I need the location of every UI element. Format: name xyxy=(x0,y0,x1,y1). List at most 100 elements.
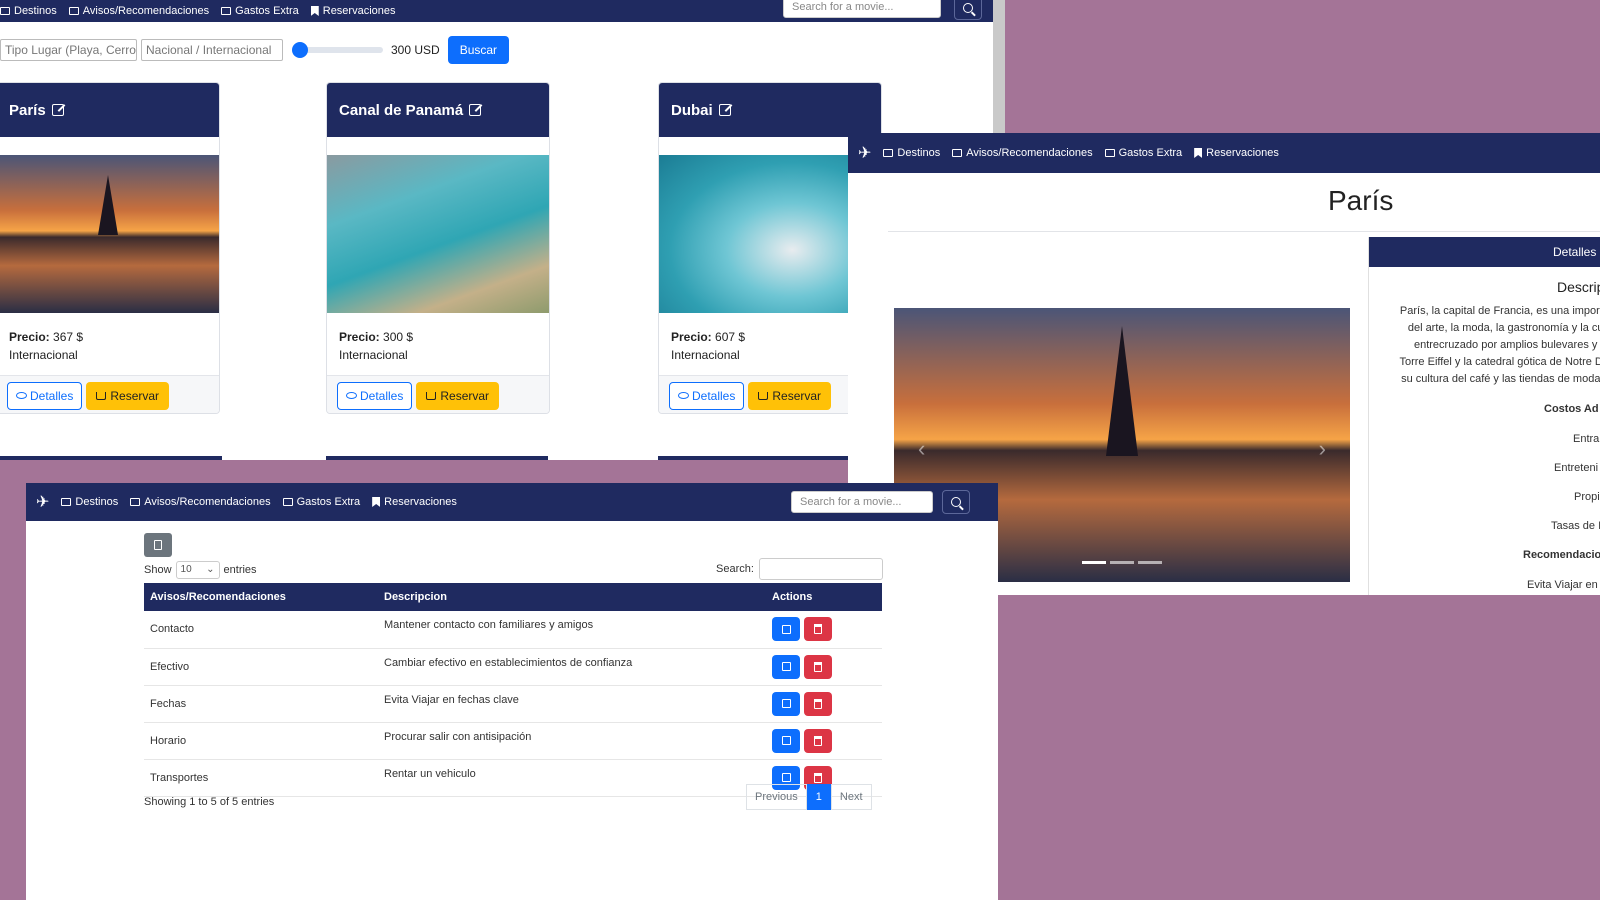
cart-icon xyxy=(426,391,437,400)
reservar-button[interactable]: Reservar xyxy=(416,381,500,410)
costs-title: Costos Ad xyxy=(1544,403,1599,415)
entries-select[interactable]: 10 ⌄ xyxy=(175,561,220,579)
nav-avisos[interactable]: Avisos/Recomendaciones xyxy=(952,147,1093,159)
previous-button[interactable]: Previous xyxy=(746,784,807,810)
tipo-lugar-input[interactable]: Tipo Lugar (Playa, Cerro, e xyxy=(0,39,137,61)
btn-label: Detalles xyxy=(360,388,404,403)
slider-thumb[interactable] xyxy=(292,42,309,58)
bookmark-icon xyxy=(372,497,381,507)
nav-avisos[interactable]: Avisos/Recomendaciones xyxy=(68,5,209,17)
recs-title: Recomendacio xyxy=(1523,549,1600,561)
edit-button[interactable] xyxy=(772,654,800,679)
nav-label: Gastos Extra xyxy=(235,5,299,17)
nav-gastos[interactable]: Gastos Extra xyxy=(282,496,360,508)
nav-label: Reservaciones xyxy=(1206,147,1279,159)
precio-value: 300 $ xyxy=(383,330,414,344)
rec-item: Evita Viajar en xyxy=(1527,579,1598,591)
buscar-button[interactable]: Buscar xyxy=(447,36,510,64)
edit-icon xyxy=(781,699,791,708)
cell-name: Contacto xyxy=(144,611,378,649)
btn-label: Reservar xyxy=(772,388,822,403)
paris-image xyxy=(0,155,219,313)
carousel-next-icon[interactable]: › xyxy=(1319,436,1326,462)
price-slider[interactable] xyxy=(292,42,383,58)
cost-item: Propi xyxy=(1574,491,1600,503)
precio-label: Precio: xyxy=(671,330,712,344)
next-row-card-edge xyxy=(0,456,222,460)
nav-reservaciones[interactable]: Reservaciones xyxy=(372,496,457,508)
card-icon xyxy=(952,149,963,157)
edit-button[interactable] xyxy=(772,691,800,716)
cell-name: Efectivo xyxy=(144,648,378,686)
column-header[interactable]: Descripcion xyxy=(378,583,766,611)
precio-value: 367 $ xyxy=(53,330,84,344)
delete-button[interactable] xyxy=(804,691,832,716)
nacional-input[interactable]: Nacional / Internacional xyxy=(141,39,283,61)
table-search-input[interactable] xyxy=(758,558,883,580)
nav-label: Reservaciones xyxy=(322,5,396,17)
delete-button[interactable] xyxy=(804,654,832,679)
nav-gastos[interactable]: Gastos Extra xyxy=(221,5,299,17)
edit-icon[interactable] xyxy=(469,104,482,116)
cart-icon xyxy=(96,391,107,400)
search-icon xyxy=(963,3,973,13)
carousel-indicator[interactable] xyxy=(1110,561,1134,564)
detalles-button[interactable]: Detalles xyxy=(337,381,413,410)
nav-avisos[interactable]: Avisos/Recomendaciones xyxy=(130,496,271,508)
movie-search-input[interactable]: Search for a movie... xyxy=(791,491,933,513)
next-button[interactable]: Next xyxy=(830,784,872,810)
detalles-button[interactable]: Detalles xyxy=(7,381,83,410)
edit-icon[interactable] xyxy=(51,104,64,116)
nav-destinos[interactable]: Destinos xyxy=(61,496,118,508)
nav-reservaciones[interactable]: Reservaciones xyxy=(1194,147,1279,159)
plane-icon[interactable]: ✈ xyxy=(36,492,49,512)
cell-desc: Evita Viajar en fechas clave xyxy=(378,685,766,723)
bookmark-icon xyxy=(310,6,319,16)
precio-label: Precio: xyxy=(9,330,50,344)
edit-button[interactable] xyxy=(772,728,800,753)
nav-destinos[interactable]: Destinos xyxy=(883,147,940,159)
reservar-button[interactable]: Reservar xyxy=(748,381,832,410)
movie-search-input[interactable]: Search for a movie... xyxy=(783,0,941,18)
reservar-button[interactable]: Reservar xyxy=(86,381,170,410)
carousel-prev-icon[interactable]: ‹ xyxy=(918,436,925,462)
trash-icon xyxy=(814,661,822,672)
description-line: París, la capital de Francia, es una imp… xyxy=(1399,305,1600,317)
search-button[interactable] xyxy=(954,0,982,20)
cell-desc: Cambiar efectivo en establecimientos de … xyxy=(378,648,766,686)
cell-desc: Rentar un vehiculo xyxy=(378,759,766,797)
cell-desc: Procurar salir con antisipación xyxy=(378,722,766,760)
nav-label: Destinos xyxy=(14,5,57,17)
cost-item: Entra xyxy=(1573,433,1600,445)
description-line: entrecruzado por amplios bulevares y el xyxy=(1413,339,1600,351)
panama-image xyxy=(327,155,549,313)
edit-icon[interactable] xyxy=(718,104,731,116)
delete-button[interactable] xyxy=(804,617,832,642)
nav-reservaciones[interactable]: Reservaciones xyxy=(310,5,396,17)
bookmark-icon xyxy=(1194,148,1203,158)
edit-button[interactable] xyxy=(772,617,800,642)
divider xyxy=(888,231,1600,232)
search-label: Search: xyxy=(716,563,754,575)
description-line: su cultura del café y las tiendas de mod… xyxy=(1401,373,1600,385)
nav-gastos[interactable]: Gastos Extra xyxy=(1104,147,1182,159)
column-header[interactable]: Avisos/Recomendaciones xyxy=(144,583,378,611)
search-button[interactable] xyxy=(942,490,970,514)
delete-button[interactable] xyxy=(804,728,832,753)
trash-icon xyxy=(814,772,822,783)
carousel-indicator[interactable] xyxy=(1082,561,1106,564)
precio-value: 607 $ xyxy=(715,330,746,344)
plane-icon[interactable]: ✈ xyxy=(858,143,871,163)
carousel-indicator[interactable] xyxy=(1138,561,1162,564)
card-header: París xyxy=(0,83,219,137)
page-button[interactable]: 1 xyxy=(806,784,831,810)
column-header[interactable]: Actions xyxy=(766,583,882,611)
btn-label: Reservar xyxy=(440,388,490,403)
filter-bar: Tipo Lugar (Playa, Cerro, e Nacional / I… xyxy=(0,36,510,64)
nav-destinos[interactable]: Destinos xyxy=(0,5,57,17)
cell-actions xyxy=(766,611,882,649)
description-title: Descrip xyxy=(1557,279,1600,295)
scrollbar[interactable] xyxy=(993,0,1005,135)
export-button[interactable] xyxy=(144,533,172,557)
detalles-button[interactable]: Detalles xyxy=(669,381,745,410)
